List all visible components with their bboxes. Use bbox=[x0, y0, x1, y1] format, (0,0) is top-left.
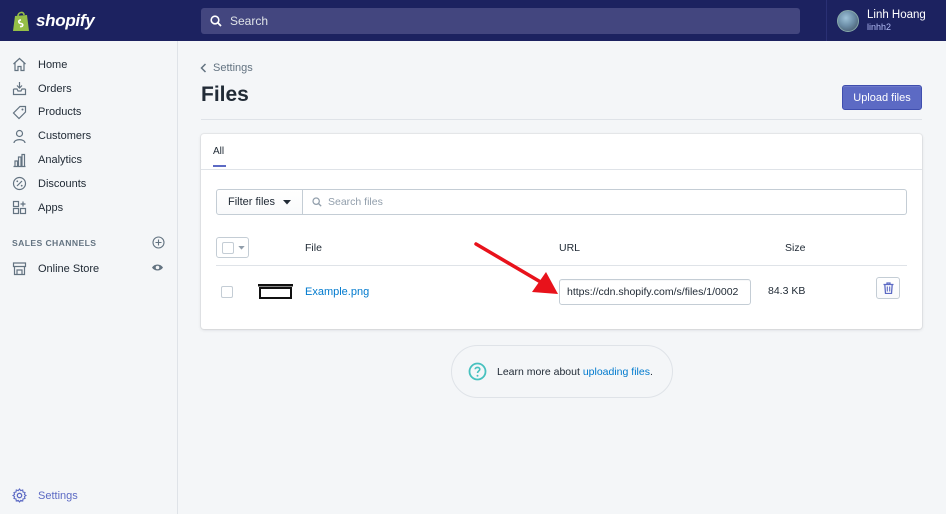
breadcrumb[interactable]: Settings bbox=[200, 62, 253, 74]
breadcrumb-label: Settings bbox=[213, 62, 253, 74]
sales-channels-header: SALES CHANNELS bbox=[12, 236, 165, 249]
tabs-bar: All bbox=[201, 134, 922, 170]
person-icon bbox=[11, 128, 27, 144]
sidebar-item-label: Products bbox=[38, 106, 82, 119]
search-files-input[interactable] bbox=[328, 196, 888, 208]
help-prefix: Learn more about bbox=[497, 365, 583, 378]
file-size: 84.3 KB bbox=[768, 285, 806, 297]
sidebar: Home Orders Products Customers Analytics bbox=[0, 41, 178, 514]
sidebar-item-label: Customers bbox=[38, 130, 92, 143]
global-search[interactable]: Search bbox=[201, 8, 800, 34]
sidebar-item-orders[interactable]: Orders bbox=[0, 77, 177, 101]
sidebar-item-discounts[interactable]: Discounts bbox=[0, 172, 177, 196]
delete-file-button[interactable] bbox=[876, 277, 900, 299]
search-placeholder: Search bbox=[230, 14, 269, 28]
tag-icon bbox=[11, 104, 27, 120]
upload-files-button[interactable]: Upload files bbox=[842, 85, 922, 110]
sidebar-item-label: Settings bbox=[38, 489, 78, 502]
sidebar-item-customers[interactable]: Customers bbox=[0, 124, 177, 148]
help-suffix: . bbox=[649, 365, 653, 378]
caret-down-icon bbox=[283, 199, 292, 204]
sidebar-item-label: Home bbox=[38, 58, 68, 71]
column-header-url: URL bbox=[559, 242, 581, 254]
bulk-select-checkbox[interactable] bbox=[216, 237, 249, 258]
row-checkbox[interactable] bbox=[221, 286, 233, 298]
discount-icon bbox=[11, 176, 27, 192]
sidebar-item-label: Discounts bbox=[38, 177, 87, 190]
header-divider bbox=[201, 119, 922, 120]
help-circle-icon bbox=[468, 362, 487, 381]
column-header-size: Size bbox=[785, 242, 806, 254]
gear-icon bbox=[11, 488, 27, 504]
search-icon bbox=[312, 197, 322, 207]
orders-icon bbox=[11, 81, 27, 97]
home-icon bbox=[11, 57, 27, 73]
file-name-link[interactable]: Example.png bbox=[305, 286, 369, 298]
sidebar-item-label: Online Store bbox=[38, 262, 100, 275]
sales-channels-title: SALES CHANNELS bbox=[12, 237, 97, 248]
file-thumbnail[interactable] bbox=[257, 280, 294, 302]
filter-files-label: Filter files bbox=[227, 196, 276, 208]
sidebar-item-label: Analytics bbox=[38, 154, 83, 167]
user-menu[interactable]: Linh Hoang linhh2 bbox=[826, 0, 946, 41]
checkbox bbox=[222, 241, 234, 254]
page-title: Files bbox=[201, 83, 249, 106]
user-name: Linh Hoang bbox=[867, 8, 926, 21]
chevron-left-icon bbox=[200, 63, 207, 73]
apps-icon bbox=[11, 200, 27, 216]
bar-chart-icon bbox=[11, 152, 27, 168]
add-circle-icon[interactable] bbox=[152, 236, 165, 249]
help-text: Learn more about uploading files. bbox=[497, 366, 653, 378]
uploading-files-link[interactable]: uploading files bbox=[583, 366, 650, 378]
avatar bbox=[837, 9, 859, 32]
filter-files-button[interactable]: Filter files bbox=[216, 189, 303, 215]
tab-all[interactable]: All bbox=[213, 146, 226, 167]
column-header-file: File bbox=[305, 242, 322, 254]
table-row: Example.png 84.3 KB bbox=[216, 271, 907, 311]
search-icon bbox=[210, 15, 222, 27]
store-icon bbox=[11, 261, 27, 277]
sidebar-item-label: Orders bbox=[38, 82, 72, 95]
sidebar-item-home[interactable]: Home bbox=[0, 53, 177, 77]
annotation-arrow-icon bbox=[474, 242, 558, 294]
sidebar-item-online-store[interactable]: Online Store bbox=[0, 257, 178, 281]
trash-icon bbox=[883, 282, 893, 294]
search-files-field bbox=[303, 189, 907, 215]
files-card: All Filter files File URL Size Example.p… bbox=[201, 134, 922, 329]
table-header: File URL Size bbox=[216, 236, 907, 266]
sidebar-item-analytics[interactable]: Analytics bbox=[0, 148, 177, 172]
sidebar-item-products[interactable]: Products bbox=[0, 101, 177, 125]
top-bar: shopify Search Linh Hoang linhh2 bbox=[0, 0, 946, 41]
user-handle: linhh2 bbox=[867, 21, 892, 32]
shopify-logo[interactable]: shopify bbox=[0, 0, 178, 41]
help-footer: Learn more about uploading files. bbox=[451, 345, 673, 398]
eye-icon[interactable] bbox=[151, 261, 164, 274]
filter-row: Filter files bbox=[216, 189, 907, 215]
caret-down-icon bbox=[238, 245, 245, 250]
sidebar-item-apps[interactable]: Apps bbox=[0, 196, 177, 220]
sidebar-item-settings[interactable]: Settings bbox=[0, 484, 178, 508]
brand-name: shopify bbox=[36, 10, 95, 30]
file-url-field[interactable] bbox=[559, 279, 751, 305]
shopify-bag-icon bbox=[13, 11, 29, 31]
sidebar-item-label: Apps bbox=[38, 201, 64, 214]
